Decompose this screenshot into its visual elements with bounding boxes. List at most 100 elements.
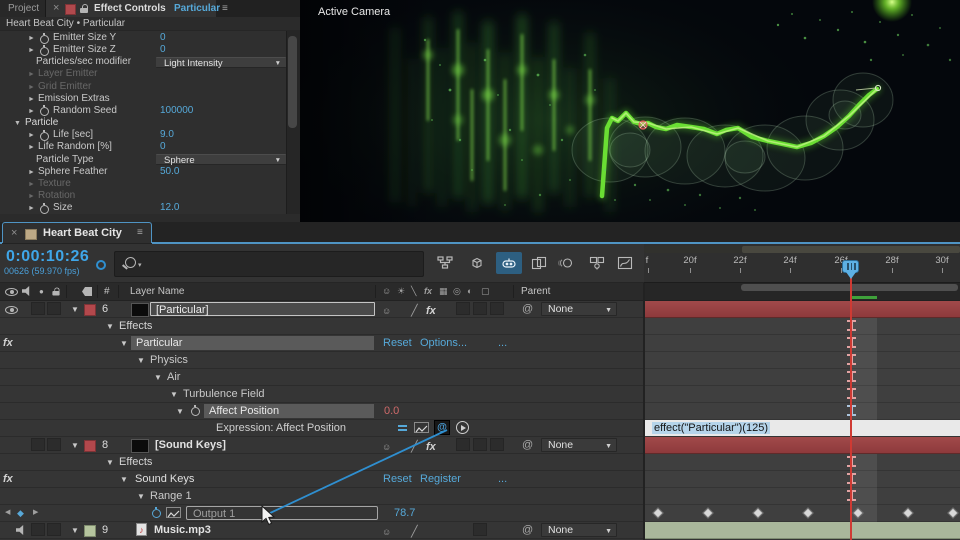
property-value[interactable]: 0 — [160, 44, 166, 56]
parent-dropdown[interactable]: None▼ — [541, 438, 617, 452]
parent-dropdown[interactable]: None▼ — [541, 302, 617, 316]
current-time-indicator-line[interactable] — [850, 277, 852, 540]
expander-icon[interactable]: ▼ — [120, 472, 128, 488]
expander-icon[interactable]: ▼ — [137, 353, 145, 369]
lock-icon[interactable] — [80, 4, 88, 13]
property-row-affect-position[interactable]: ▼ Affect Position 0.0 — [0, 403, 643, 420]
label-color-swatch[interactable] — [84, 440, 96, 452]
property-name[interactable]: Affect Position — [204, 404, 374, 418]
show-post-expression-graph-icon[interactable] — [414, 422, 429, 433]
effect-row-sound-keys[interactable]: fx ▼ Sound Keys Reset Register ... — [0, 471, 643, 488]
quality-toggle-icon[interactable]: ╱ — [411, 439, 418, 455]
keyframe-toggle-icon[interactable]: ◆ — [17, 505, 24, 521]
scrollbar-thumb[interactable] — [288, 36, 297, 128]
layer-name[interactable]: [Particular] — [150, 302, 375, 316]
property-row[interactable]: ► Sphere Feather 50.0 — [0, 166, 286, 178]
search-icon[interactable] — [125, 257, 136, 268]
expander-icon[interactable]: ▼ — [176, 404, 184, 420]
parent-pickwhip-icon[interactable]: @ — [522, 437, 533, 453]
parent-dropdown[interactable]: None▼ — [541, 523, 617, 537]
layer-row-particular[interactable]: ▼ 6 [Particular] ☺ ╱ fx @ None▼ — [0, 301, 643, 318]
expander-icon[interactable]: ▼ — [71, 302, 79, 318]
next-keyframe-icon[interactable]: ▶ — [33, 505, 38, 521]
reset-link[interactable]: Reset — [383, 471, 412, 487]
track-row[interactable] — [645, 335, 960, 352]
frame-blending-button[interactable] — [526, 252, 552, 274]
current-time-display[interactable]: 0:00:10:26 — [6, 248, 89, 266]
expander-icon[interactable]: ▼ — [71, 523, 79, 539]
shy-toggle-icon[interactable]: ☺ — [382, 524, 391, 540]
track-row[interactable] — [645, 454, 960, 471]
quality-toggle-icon[interactable]: ╱ — [411, 303, 418, 319]
track-row[interactable] — [645, 403, 960, 420]
expression-enabled-icon[interactable] — [398, 424, 407, 432]
previous-keyframe-icon[interactable]: ◀ — [5, 505, 10, 521]
search-input[interactable] — [149, 254, 413, 274]
property-group-row[interactable]: ▼ Particle — [0, 117, 286, 129]
track-row[interactable] — [645, 318, 960, 335]
expander-icon[interactable]: ▼ — [106, 319, 114, 335]
stopwatch-icon[interactable] — [40, 107, 49, 116]
expander-icon[interactable]: ▼ — [154, 370, 162, 386]
track-row[interactable] — [645, 386, 960, 403]
property-row[interactable]: ► Life Random [%] 0 — [0, 141, 286, 153]
output-1-pickwhip-target[interactable]: Output 1 — [186, 506, 378, 520]
eye-icon[interactable] — [5, 306, 18, 314]
property-value[interactable]: 78.7 — [394, 505, 415, 521]
work-area-left[interactable] — [644, 246, 742, 253]
shy-toggle-icon[interactable]: ☺ — [382, 439, 391, 455]
particle-type-dropdown[interactable]: Sphere▼ — [156, 154, 286, 165]
expander-icon[interactable]: ▼ — [170, 387, 178, 403]
hide-shy-layers-button[interactable] — [496, 252, 522, 274]
property-row[interactable]: Particle Type Sphere▼ — [0, 154, 286, 166]
property-row[interactable]: Particles/sec modifier Light Intensity▼ — [0, 56, 286, 68]
effect-row-particular[interactable]: fx ▼ Particular Reset Options... ... — [0, 335, 643, 352]
expression-field[interactable]: effect("Particular")(125) — [645, 420, 960, 437]
group-row-air[interactable]: ▼ Air — [0, 369, 643, 386]
group-row-physics[interactable]: ▼ Physics — [0, 352, 643, 369]
property-row[interactable]: ► Size 12.0 — [0, 202, 286, 214]
group-row-effects[interactable]: ▼ Effects — [0, 318, 643, 335]
expression-language-menu-icon[interactable] — [456, 421, 469, 434]
panel-menu-icon[interactable]: ≡ — [222, 0, 228, 17]
group-row-range-1[interactable]: ▼ Range 1 — [0, 488, 643, 505]
fx-toggle-icon[interactable]: fx — [426, 439, 436, 455]
draft-3d-button[interactable] — [464, 252, 490, 274]
parent-pickwhip-icon[interactable]: @ — [522, 301, 533, 317]
parent-column-label[interactable]: Parent — [521, 283, 550, 300]
property-row[interactable]: ► Emitter Size Z 0 — [0, 44, 286, 56]
property-row[interactable]: ► Texture — [0, 178, 286, 190]
property-value[interactable]: 0.0 — [384, 403, 399, 419]
expander-icon[interactable]: ▼ — [137, 489, 145, 505]
time-ruler[interactable]: f 20f 22f 24f 26f 28f 30f — [644, 244, 960, 283]
layer-name[interactable]: Music.mp3 — [154, 522, 211, 538]
track-row[interactable] — [645, 488, 960, 505]
layer-name-column-label[interactable]: Layer Name — [130, 283, 184, 300]
tab-project[interactable]: Project — [0, 0, 46, 17]
register-link[interactable]: Register — [420, 471, 461, 487]
property-value[interactable]: 50.0 — [160, 166, 179, 178]
stopwatch-icon[interactable] — [40, 132, 49, 141]
tab-effect-controls[interactable]: × Effect Controls Particular — [46, 0, 216, 17]
label-color-swatch[interactable] — [84, 304, 96, 316]
more-link[interactable]: ... — [498, 335, 507, 351]
expander-icon[interactable]: ▼ — [106, 455, 114, 471]
tab-heart-beat-city[interactable]: × Heart Beat City ≡ — [2, 222, 152, 243]
close-tab-icon[interactable]: × — [11, 223, 17, 243]
group-row-turbulence-field[interactable]: ▼ Turbulence Field — [0, 386, 643, 403]
stopwatch-icon[interactable] — [40, 205, 49, 214]
property-row-output-1[interactable]: ◀ ◆ ▶ Output 1 78.7 — [0, 505, 643, 522]
stopwatch-icon[interactable] — [40, 47, 49, 56]
layer-row-sound-keys[interactable]: ▼ 8 [Sound Keys] ☺ ╱ fx @ None▼ — [0, 437, 643, 454]
fx-toggle-icon[interactable]: fx — [426, 303, 436, 319]
reset-link[interactable]: Reset — [383, 335, 412, 351]
graph-editor-button[interactable] — [612, 252, 638, 274]
more-link[interactable]: ... — [498, 471, 507, 487]
particles-sec-modifier-dropdown[interactable]: Light Intensity▼ — [156, 57, 286, 68]
effect-name[interactable]: Particular — [131, 336, 374, 350]
layer-row-music[interactable]: ▼ 9 ♪ Music.mp3 ☺ ╱ @ None▼ — [0, 522, 643, 539]
group-row-effects[interactable]: ▼ Effects — [0, 454, 643, 471]
options-link[interactable]: Options... — [420, 335, 467, 351]
property-value[interactable]: 9.0 — [160, 129, 174, 141]
stopwatch-icon[interactable] — [40, 35, 49, 44]
